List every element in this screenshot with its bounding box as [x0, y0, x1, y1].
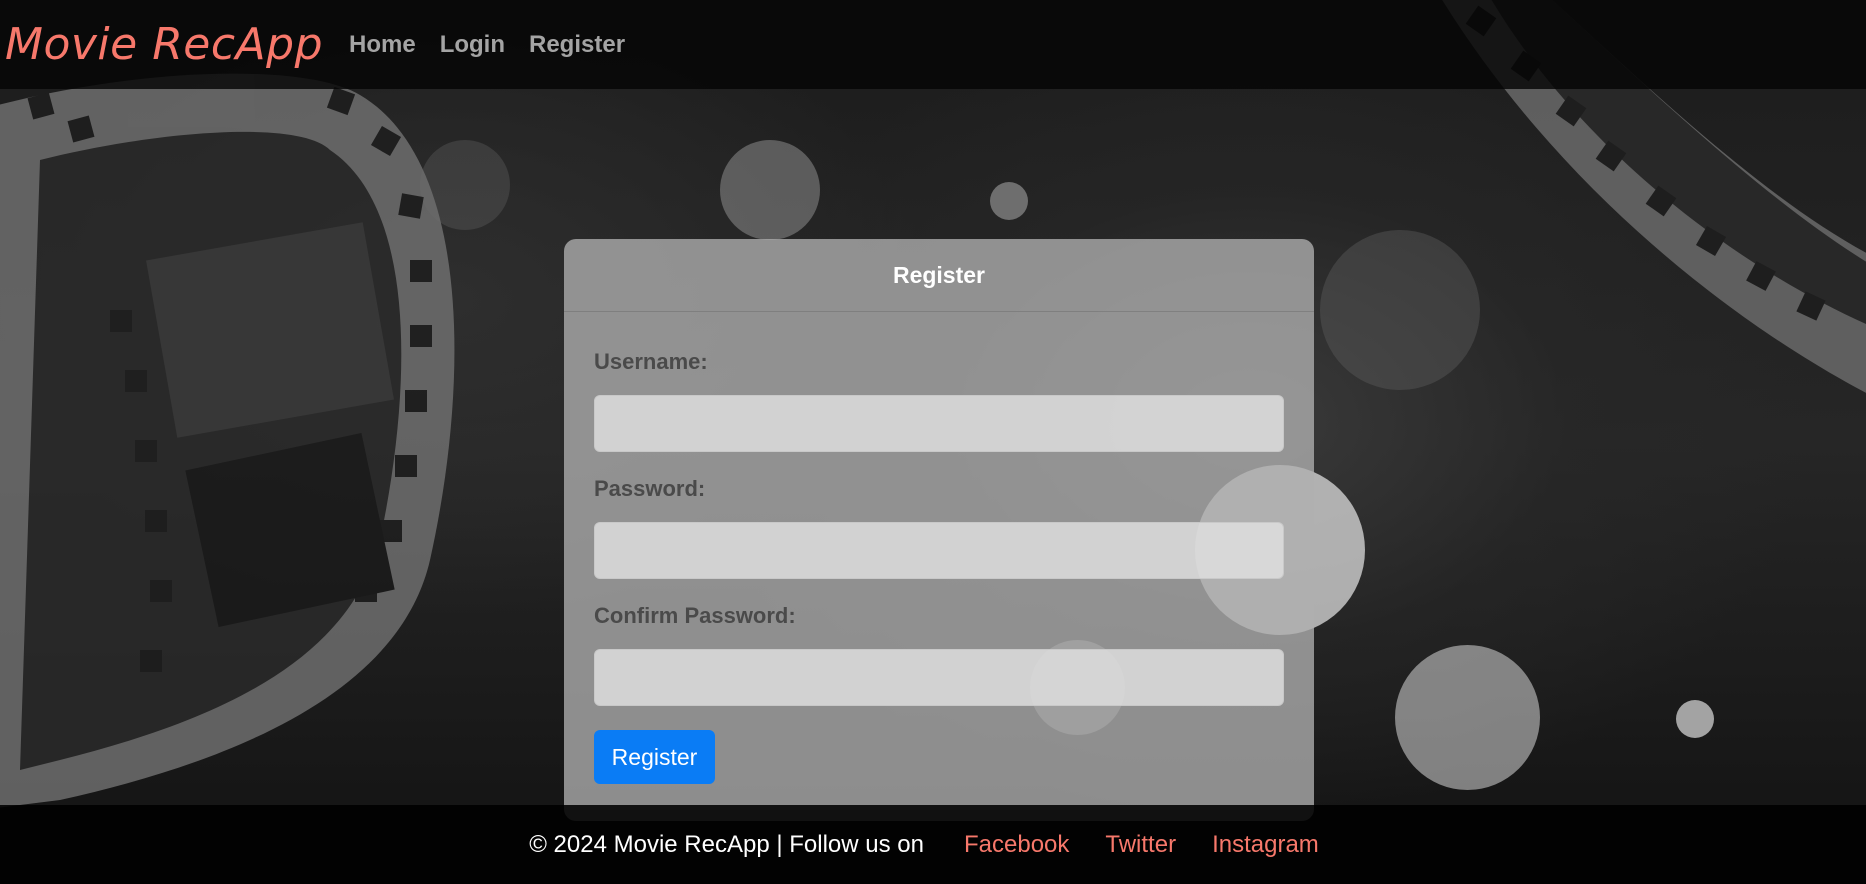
password-group: Password: — [594, 476, 1284, 579]
confirm-password-label: Confirm Password: — [594, 603, 796, 628]
top-navbar: Movie RecApp Home Login Register — [0, 0, 1866, 89]
register-form: Username: Password: Confirm Password: Re… — [564, 349, 1314, 784]
card-header: Register — [564, 239, 1314, 312]
nav-register-link[interactable]: Register — [529, 31, 625, 59]
instagram-link[interactable]: Instagram — [1212, 831, 1319, 859]
register-submit-button[interactable]: Register — [594, 730, 715, 784]
register-card: Register Username: Password: Confirm Pas… — [564, 239, 1314, 821]
footer-copyright: © 2024 Movie RecApp | Follow us on — [529, 830, 924, 858]
username-input[interactable] — [594, 395, 1284, 452]
card-title: Register — [892, 261, 986, 288]
brand-logo[interactable]: Movie RecApp — [5, 19, 323, 70]
password-input[interactable] — [594, 522, 1284, 579]
twitter-link[interactable]: Twitter — [1105, 831, 1176, 859]
footer: © 2024 Movie RecApp | Follow us on Faceb… — [0, 805, 1866, 884]
username-group: Username: — [594, 349, 1284, 452]
confirm-password-group: Confirm Password: — [594, 603, 1284, 706]
confirm-password-input[interactable] — [594, 649, 1284, 706]
password-label: Password: — [594, 476, 706, 501]
username-label: Username: — [594, 349, 708, 374]
nav-login-link[interactable]: Login — [440, 31, 505, 59]
facebook-link[interactable]: Facebook — [964, 831, 1069, 859]
nav-home-link[interactable]: Home — [349, 31, 416, 59]
nav-links: Home Login Register — [349, 31, 625, 59]
